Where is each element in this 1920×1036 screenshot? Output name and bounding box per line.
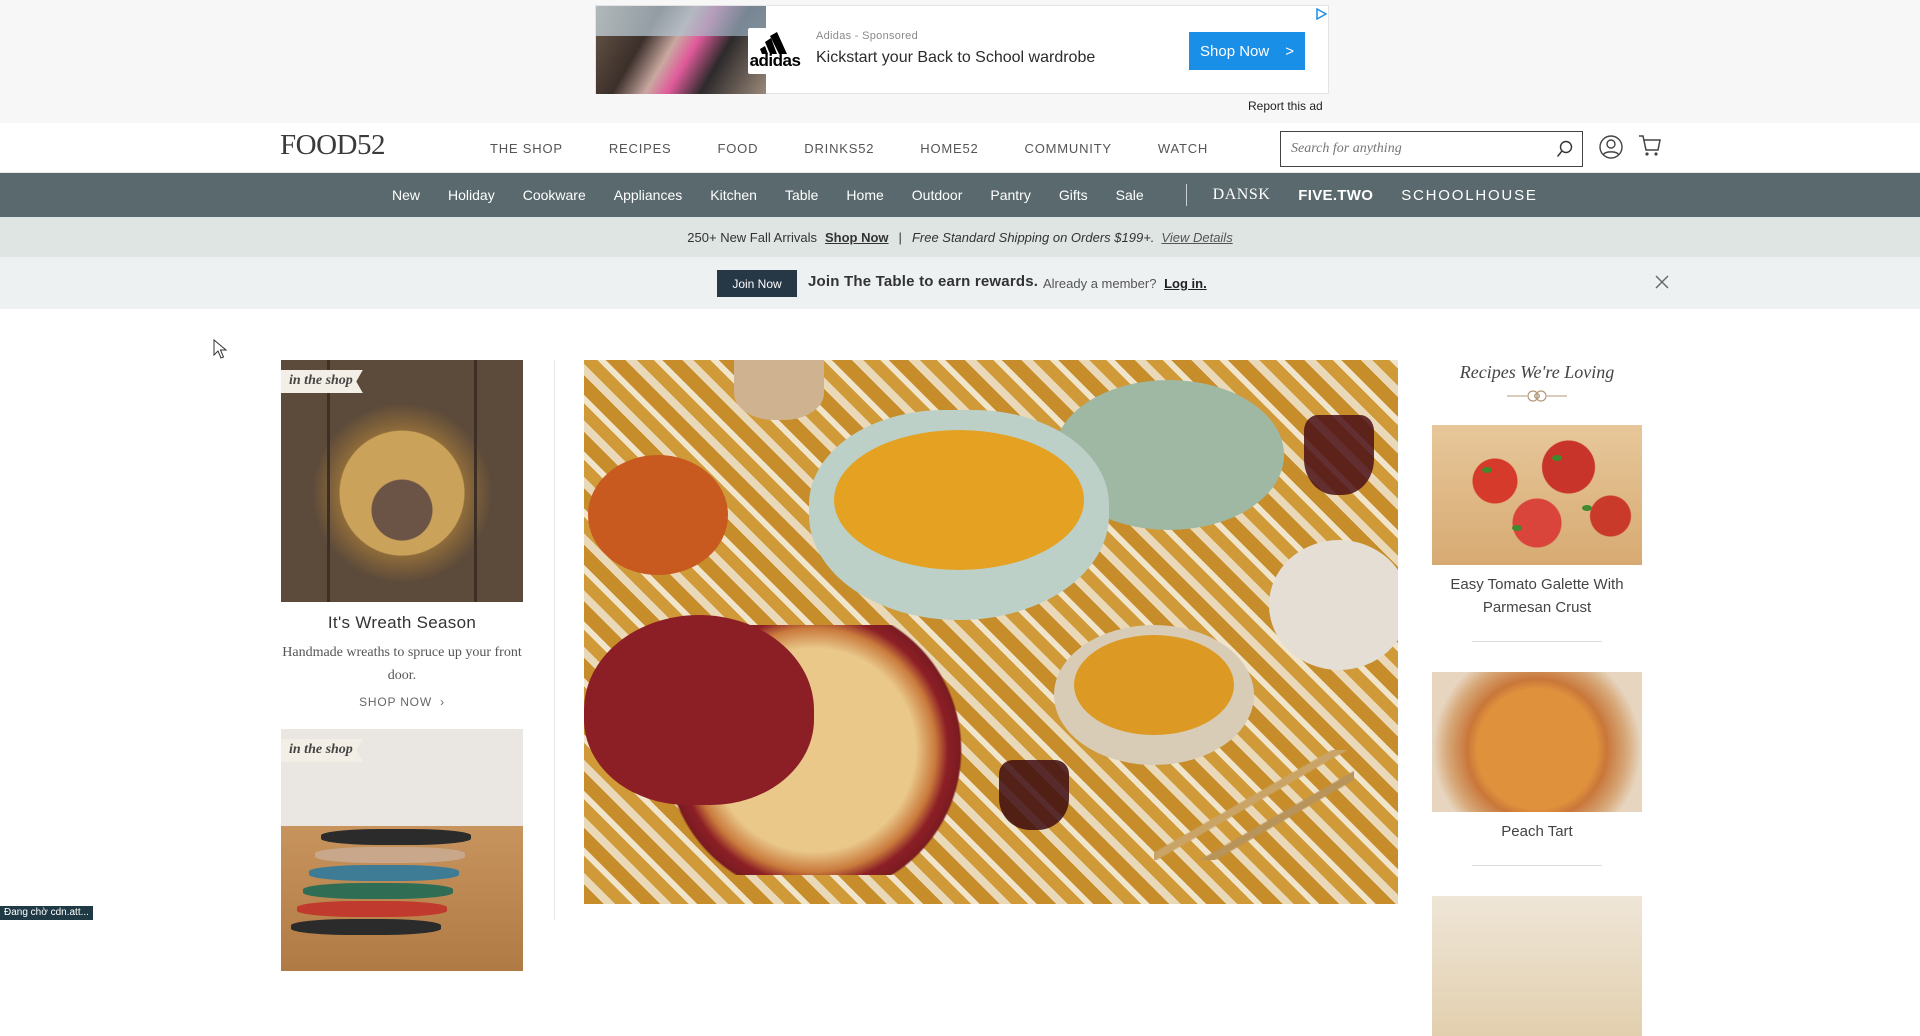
brand-dansk[interactable]: DANSK bbox=[1213, 186, 1271, 204]
in-the-shop-tag: in the shop bbox=[281, 739, 363, 762]
recipe-image[interactable] bbox=[1432, 896, 1642, 1036]
nav-drinks52[interactable]: DRINKS52 bbox=[804, 141, 874, 156]
nav-watch[interactable]: WATCH bbox=[1158, 141, 1208, 156]
nav-the-shop[interactable]: THE SHOP bbox=[490, 141, 563, 156]
main-nav: THE SHOP RECIPES FOOD DRINKS52 HOME52 CO… bbox=[490, 141, 1254, 156]
shop-now-label: SHOP NOW bbox=[359, 695, 432, 709]
mouse-cursor-icon bbox=[213, 339, 227, 359]
rewards-message: Join The Table to earn rewards. bbox=[808, 273, 1039, 290]
category-cookware[interactable]: Cookware bbox=[523, 187, 586, 203]
ad-cta-arrow: > bbox=[1285, 42, 1294, 60]
recipe-card[interactable] bbox=[1432, 896, 1642, 1036]
promo-arrivals: 250+ New Fall Arrivals bbox=[687, 229, 817, 245]
promo-card-cookware[interactable]: in the shop bbox=[281, 729, 523, 971]
promo-card-wreath[interactable]: in the shop It's Wreath Season Handmade … bbox=[281, 360, 523, 709]
cart-icon[interactable] bbox=[1638, 134, 1662, 158]
ad-image[interactable] bbox=[596, 6, 766, 94]
search-input[interactable] bbox=[1281, 132, 1541, 166]
close-icon[interactable] bbox=[1654, 274, 1670, 290]
recipe-card[interactable]: Peach Tart bbox=[1432, 672, 1642, 866]
column-divider bbox=[554, 360, 555, 920]
ad-sponsor-label: Adidas - Sponsored bbox=[816, 30, 919, 42]
search-box bbox=[1280, 131, 1583, 167]
recipe-divider bbox=[1472, 865, 1602, 866]
ad-banner-area: adidas Adidas - Sponsored Kickstart your… bbox=[0, 0, 1920, 123]
account-icon[interactable] bbox=[1599, 135, 1623, 159]
category-home[interactable]: Home bbox=[846, 187, 883, 203]
category-nav: New Holiday Cookware Appliances Kitchen … bbox=[392, 173, 1566, 217]
member-prompt: Already a member? Log in. bbox=[1043, 276, 1207, 291]
brand-schoolhouse[interactable]: SCHOOLHOUSE bbox=[1401, 187, 1538, 204]
report-ad-link[interactable]: Report this ad bbox=[1248, 99, 1323, 113]
wreath-image[interactable]: in the shop bbox=[281, 360, 523, 602]
left-promo-column: in the shop It's Wreath Season Handmade … bbox=[281, 360, 523, 971]
member-label: Already a member? bbox=[1043, 276, 1157, 291]
login-link[interactable]: Log in. bbox=[1164, 276, 1207, 291]
recipes-column: Recipes We're Loving Easy Tomato Galette… bbox=[1432, 360, 1642, 1036]
nav-food[interactable]: FOOD bbox=[718, 141, 759, 156]
ornament-icon bbox=[1507, 390, 1567, 402]
chevron-right-icon: › bbox=[440, 695, 445, 709]
brand-five-two[interactable]: FIVE.TWO bbox=[1298, 187, 1373, 204]
card-description: Handmade wreaths to spruce up your front… bbox=[282, 645, 522, 683]
food52-logo[interactable]: FOOD52 bbox=[280, 129, 385, 162]
nav-community[interactable]: COMMUNITY bbox=[1025, 141, 1112, 156]
ad-choices-icon[interactable] bbox=[1315, 7, 1328, 21]
category-table[interactable]: Table bbox=[785, 187, 818, 203]
in-the-shop-tag: in the shop bbox=[281, 370, 363, 393]
category-divider bbox=[1185, 184, 1187, 206]
shop-now-link[interactable]: SHOP NOW › bbox=[281, 695, 523, 709]
promo-shop-now-link[interactable]: Shop Now bbox=[825, 230, 889, 245]
category-holiday[interactable]: Holiday bbox=[448, 187, 495, 203]
ad-brand-word: adidas bbox=[749, 51, 801, 70]
category-bar: New Holiday Cookware Appliances Kitchen … bbox=[0, 173, 1920, 217]
category-outdoor[interactable]: Outdoor bbox=[912, 187, 963, 203]
promo-shipping: Free Standard Shipping on Orders $199+. bbox=[911, 229, 1155, 245]
nav-recipes[interactable]: RECIPES bbox=[609, 141, 672, 156]
rewards-bar: Join Now Join The Table to earn rewards.… bbox=[0, 257, 1920, 309]
hero-image[interactable] bbox=[584, 360, 1398, 904]
category-pantry[interactable]: Pantry bbox=[990, 187, 1030, 203]
nav-home52[interactable]: HOME52 bbox=[920, 141, 978, 156]
sponsored-ad[interactable]: adidas Adidas - Sponsored Kickstart your… bbox=[595, 5, 1329, 94]
site-header: FOOD52 THE SHOP RECIPES FOOD DRINKS52 HO… bbox=[0, 123, 1920, 173]
search-icon[interactable] bbox=[1556, 140, 1574, 158]
category-appliances[interactable]: Appliances bbox=[614, 187, 683, 203]
ad-cta-label: Shop Now bbox=[1200, 42, 1270, 60]
category-kitchen[interactable]: Kitchen bbox=[710, 187, 757, 203]
peach-tart-image[interactable] bbox=[1432, 672, 1642, 812]
tomato-galette-image[interactable] bbox=[1432, 425, 1642, 565]
browser-status-text: Đang chờ cdn.att... bbox=[0, 906, 93, 920]
category-sale[interactable]: Sale bbox=[1116, 187, 1144, 203]
skillets-image[interactable]: in the shop bbox=[281, 729, 523, 971]
recipe-divider bbox=[1472, 641, 1602, 642]
card-title[interactable]: It's Wreath Season bbox=[281, 613, 523, 633]
recipe-title[interactable]: Easy Tomato Galette With Parmesan Crust bbox=[1432, 573, 1642, 619]
category-new[interactable]: New bbox=[392, 187, 420, 203]
recipe-card[interactable]: Easy Tomato Galette With Parmesan Crust bbox=[1432, 425, 1642, 642]
promo-bar: 250+ New Fall Arrivals Shop Now | Free S… bbox=[0, 217, 1920, 257]
join-now-button[interactable]: Join Now bbox=[717, 270, 797, 297]
adidas-logo-icon: adidas bbox=[748, 28, 802, 74]
promo-view-details-link[interactable]: View Details bbox=[1161, 230, 1232, 245]
recipe-title[interactable]: Peach Tart bbox=[1432, 820, 1642, 843]
ad-shop-now-button[interactable]: Shop Now > bbox=[1189, 32, 1305, 70]
category-gifts[interactable]: Gifts bbox=[1059, 187, 1088, 203]
promo-separator: | bbox=[898, 229, 902, 245]
ad-headline[interactable]: Kickstart your Back to School wardrobe bbox=[816, 49, 1095, 67]
recipes-heading: Recipes We're Loving bbox=[1459, 362, 1615, 382]
